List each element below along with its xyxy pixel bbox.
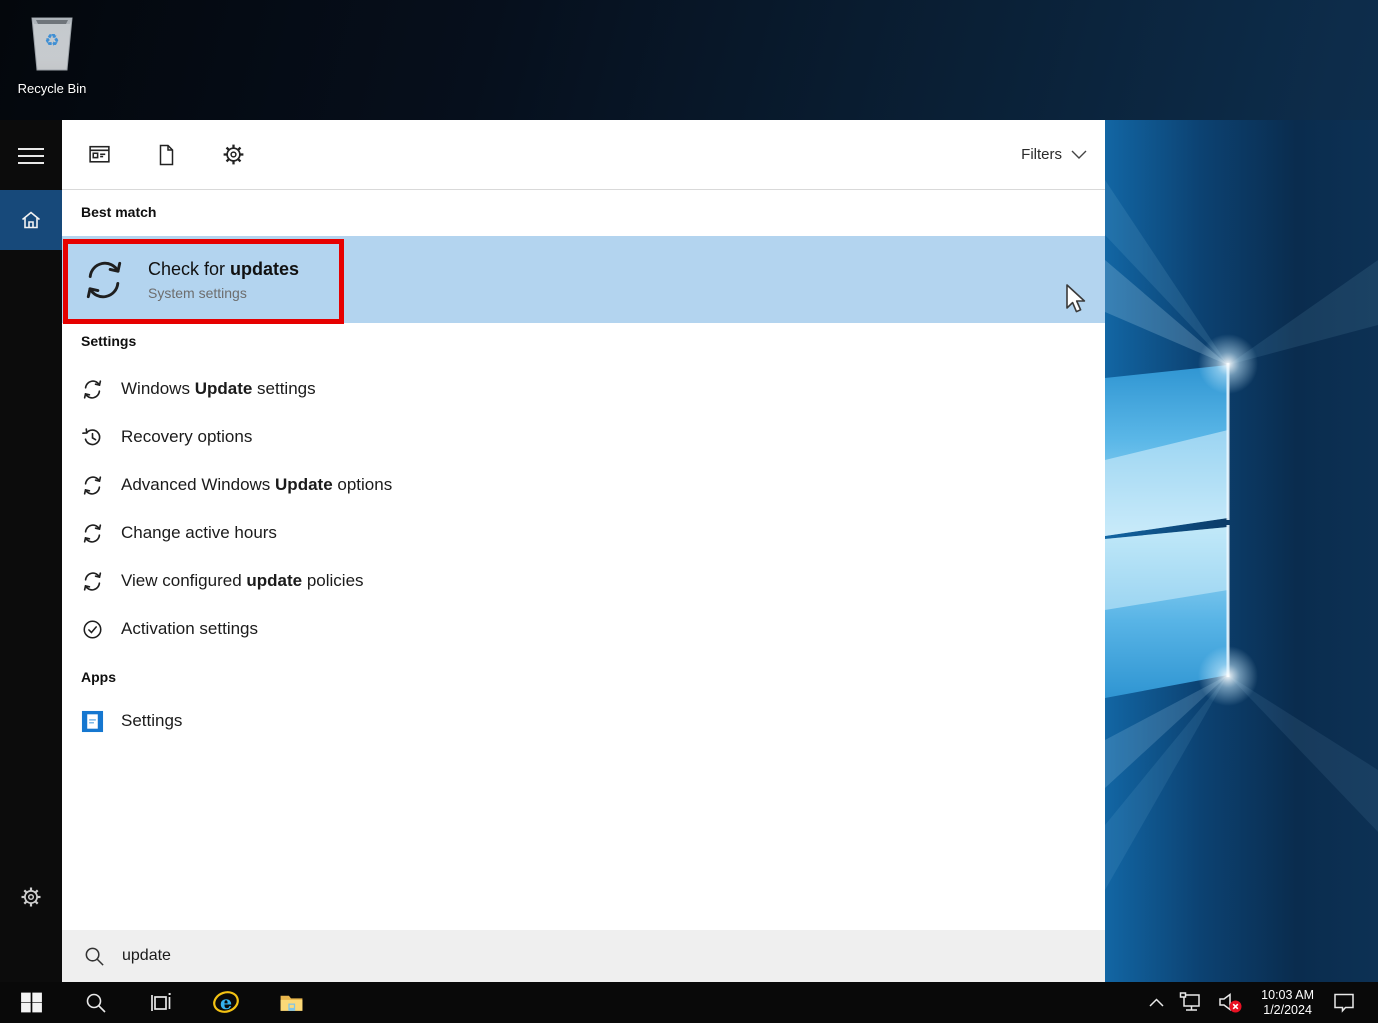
home-icon: [19, 208, 43, 232]
result-recovery-options[interactable]: Recovery options: [62, 413, 1105, 461]
file-explorer-button[interactable]: [268, 982, 314, 1023]
sync-icon: [81, 378, 104, 401]
best-match-title: Check for updates: [148, 259, 299, 280]
apps-filter-button[interactable]: [86, 142, 112, 168]
filters-label: Filters: [1021, 146, 1062, 163]
recycle-symbol: ♻: [44, 31, 59, 50]
show-hidden-icons-button[interactable]: [1149, 998, 1164, 1007]
history-icon: [81, 426, 104, 449]
filters-dropdown[interactable]: Filters: [1021, 146, 1087, 163]
windows-hero-wallpaper-logo: [1105, 120, 1378, 982]
search-icon: [83, 945, 106, 968]
best-match-result-check-for-updates[interactable]: Check for updates System settings: [62, 236, 1105, 323]
settings-section-header: Settings: [81, 333, 136, 349]
result-label: Windows Update settings: [121, 379, 316, 399]
result-label: Recovery options: [121, 427, 252, 447]
result-label: Change active hours: [121, 523, 277, 543]
action-center-button[interactable]: [1332, 991, 1356, 1014]
start-button[interactable]: [8, 982, 54, 1023]
sidebar-settings-button[interactable]: [0, 875, 62, 919]
documents-filter-button[interactable]: [153, 142, 179, 168]
sidebar-home-button[interactable]: [0, 190, 62, 250]
volume-button[interactable]: [1217, 991, 1243, 1014]
result-settings-app[interactable]: Settings: [62, 697, 1105, 745]
internet-explorer-button[interactable]: e: [203, 982, 249, 1023]
search-results-panel: Filters Best match Check for updates Sys…: [62, 120, 1105, 982]
network-status-button[interactable]: [1178, 991, 1203, 1014]
clock-date: 1/2/2024: [1261, 1003, 1314, 1018]
windows-desktop: ♻ Recycle Bin: [0, 0, 1378, 1023]
volume-muted-icon: [1217, 991, 1243, 1014]
settings-results-list: Windows Update settings Recovery options…: [62, 365, 1105, 653]
result-windows-update-settings[interactable]: Windows Update settings: [62, 365, 1105, 413]
hamburger-menu-button[interactable]: [0, 134, 62, 178]
document-icon: [154, 143, 178, 167]
best-match-subtitle: System settings: [148, 285, 299, 301]
sync-icon: [81, 474, 104, 497]
result-change-active-hours[interactable]: Change active hours: [62, 509, 1105, 557]
network-icon: [1178, 991, 1203, 1014]
result-label: View configured update policies: [121, 571, 364, 591]
apps-results-list: Settings: [62, 697, 1105, 745]
start-menu-sidebar: [0, 120, 62, 982]
system-tray: 10:03 AM 1/2/2024: [1149, 988, 1378, 1018]
search-box[interactable]: [62, 930, 1105, 982]
file-explorer-icon: [278, 989, 305, 1016]
action-center-icon: [1332, 991, 1356, 1014]
gear-icon: [19, 885, 43, 909]
recycle-bin-label: Recycle Bin: [10, 81, 94, 96]
search-panel-topbar: Filters: [62, 120, 1105, 190]
result-label: Advanced Windows Update options: [121, 475, 392, 495]
search-input[interactable]: [122, 947, 922, 965]
windows-logo-icon: [19, 990, 44, 1015]
sync-icon: [81, 570, 104, 593]
check-circle-icon: [81, 618, 104, 641]
sync-icon: [81, 522, 104, 545]
chevron-up-icon: [1149, 998, 1164, 1007]
hamburger-icon: [18, 148, 44, 164]
gear-icon: [221, 142, 246, 167]
task-view-button[interactable]: [138, 982, 184, 1023]
result-view-configured-update-policies[interactable]: View configured update policies: [62, 557, 1105, 605]
recycle-bin-icon: ♻: [24, 8, 80, 74]
svg-text:e: e: [220, 992, 232, 1014]
task-view-icon: [149, 991, 173, 1015]
apps-icon: [87, 142, 112, 167]
best-match-header: Best match: [81, 204, 156, 220]
taskbar-clock[interactable]: 10:03 AM 1/2/2024: [1261, 988, 1314, 1018]
taskbar-search-button[interactable]: [73, 982, 119, 1023]
internet-explorer-icon: e: [212, 989, 240, 1017]
apps-section-header: Apps: [81, 669, 116, 685]
chevron-down-icon: [1071, 150, 1087, 160]
recycle-bin-shortcut[interactable]: ♻ Recycle Bin: [10, 8, 94, 96]
result-advanced-windows-update-options[interactable]: Advanced Windows Update options: [62, 461, 1105, 509]
result-label: Settings: [121, 711, 182, 731]
sync-icon: [81, 257, 127, 303]
settings-filter-button[interactable]: [220, 142, 246, 168]
result-label: Activation settings: [121, 619, 258, 639]
clock-time: 10:03 AM: [1261, 988, 1314, 1003]
search-icon: [84, 991, 108, 1015]
result-activation-settings[interactable]: Activation settings: [62, 605, 1105, 653]
settings-app-icon: [81, 710, 104, 733]
taskbar: e: [0, 982, 1378, 1023]
